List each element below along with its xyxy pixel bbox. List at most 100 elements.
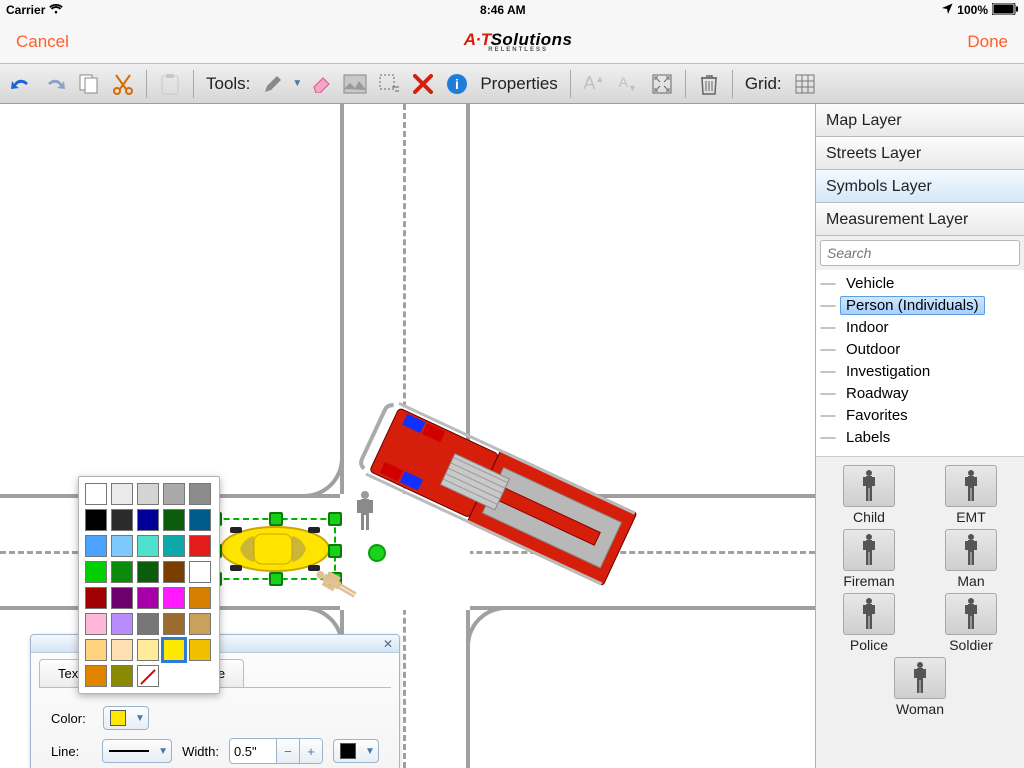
- color-swatch[interactable]: [111, 639, 133, 661]
- color-swatch[interactable]: [85, 613, 107, 635]
- status-bar: Carrier 8:46 AM 100%: [0, 0, 1024, 20]
- width-stepper[interactable]: − +: [229, 738, 323, 764]
- search-input[interactable]: [820, 240, 1020, 266]
- font-decrease-button[interactable]: A▼: [613, 69, 643, 99]
- color-swatch[interactable]: [189, 535, 211, 557]
- color-swatch[interactable]: [137, 587, 159, 609]
- layer-row[interactable]: Map Layer: [816, 104, 1024, 137]
- color-swatch[interactable]: [85, 509, 107, 531]
- symbol-man[interactable]: Man: [929, 529, 1013, 589]
- cancel-button[interactable]: Cancel: [0, 32, 85, 52]
- resize-handle[interactable]: [328, 544, 342, 558]
- paste-button[interactable]: [155, 69, 185, 99]
- color-swatch[interactable]: [163, 509, 185, 531]
- drawing-canvas[interactable]: ✕ Text Size Color: ▼ Line: ▼ Width: −: [0, 104, 816, 768]
- layer-row[interactable]: Streets Layer: [816, 137, 1024, 170]
- width-increase[interactable]: +: [299, 739, 322, 763]
- tree-item[interactable]: —Indoor: [816, 316, 1024, 338]
- cut-button[interactable]: [108, 69, 138, 99]
- color-swatch[interactable]: [163, 587, 185, 609]
- carrier-label: Carrier: [6, 3, 45, 17]
- color-swatch[interactable]: [85, 561, 107, 583]
- line-style-dropdown[interactable]: ▼: [102, 739, 172, 763]
- color-swatch[interactable]: [189, 561, 211, 583]
- rotate-handle[interactable]: [368, 544, 386, 562]
- no-color-swatch[interactable]: [137, 665, 159, 687]
- tree-item[interactable]: —Favorites: [816, 404, 1024, 426]
- color-swatch[interactable]: [189, 509, 211, 531]
- color-swatch[interactable]: [163, 613, 185, 635]
- line-color-dropdown[interactable]: ▼: [333, 739, 379, 763]
- symbol-woman[interactable]: Woman: [878, 657, 962, 717]
- color-swatch[interactable]: [189, 587, 211, 609]
- color-swatch[interactable]: [111, 483, 133, 505]
- color-swatch[interactable]: [137, 509, 159, 531]
- person-standing-symbol[interactable]: [354, 490, 376, 532]
- color-swatch[interactable]: [137, 483, 159, 505]
- color-swatch[interactable]: [137, 561, 159, 583]
- color-swatch[interactable]: [137, 535, 159, 557]
- image-tool[interactable]: [340, 69, 370, 99]
- close-icon[interactable]: ✕: [383, 637, 393, 651]
- undo-button[interactable]: [6, 69, 36, 99]
- layer-row[interactable]: Measurement Layer: [816, 203, 1024, 236]
- color-swatch[interactable]: [163, 483, 185, 505]
- grid-toggle[interactable]: [790, 69, 820, 99]
- tree-item[interactable]: —Vehicle: [816, 272, 1024, 294]
- color-dropdown[interactable]: ▼: [103, 706, 149, 730]
- color-swatch[interactable]: [111, 535, 133, 557]
- color-swatch[interactable]: [85, 483, 107, 505]
- color-swatch[interactable]: [111, 587, 133, 609]
- font-increase-button[interactable]: A▲: [579, 69, 609, 99]
- pencil-dropdown-icon[interactable]: ▼: [292, 78, 302, 89]
- eraser-tool[interactable]: [306, 69, 336, 99]
- color-swatch[interactable]: [85, 639, 107, 661]
- color-swatch[interactable]: [163, 561, 185, 583]
- color-swatch[interactable]: [111, 613, 133, 635]
- symbol-soldier[interactable]: Soldier: [929, 593, 1013, 653]
- width-label: Width:: [182, 744, 219, 759]
- color-swatch[interactable]: [85, 587, 107, 609]
- resize-handle[interactable]: [328, 512, 342, 526]
- color-swatch[interactable]: [137, 613, 159, 635]
- copy-button[interactable]: [74, 69, 104, 99]
- color-swatch[interactable]: [111, 665, 133, 687]
- tree-item[interactable]: —Investigation: [816, 360, 1024, 382]
- color-swatch[interactable]: [137, 639, 159, 661]
- color-swatch[interactable]: [189, 639, 211, 661]
- fullscreen-button[interactable]: [647, 69, 677, 99]
- color-swatch[interactable]: [189, 483, 211, 505]
- info-tool[interactable]: i: [442, 69, 472, 99]
- nav-bar: Cancel A·TSolutions RELENTLESS Done: [0, 20, 1024, 64]
- battery-icon: [992, 3, 1018, 18]
- color-swatch[interactable]: [111, 561, 133, 583]
- status-time: 8:46 AM: [63, 3, 942, 17]
- pencil-tool[interactable]: [258, 69, 288, 99]
- tree-item[interactable]: —Outdoor: [816, 338, 1024, 360]
- tree-item[interactable]: —Person (Individuals): [816, 294, 1024, 316]
- color-swatch[interactable]: [163, 639, 185, 661]
- tree-item[interactable]: —Roadway: [816, 382, 1024, 404]
- symbol-child[interactable]: Child: [827, 465, 911, 525]
- symbol-police[interactable]: Police: [827, 593, 911, 653]
- width-input[interactable]: [230, 739, 276, 763]
- firetruck-symbol[interactable]: [340, 389, 660, 609]
- layer-row[interactable]: Symbols Layer: [816, 170, 1024, 203]
- properties-label[interactable]: Properties: [476, 74, 561, 94]
- redo-button[interactable]: [40, 69, 70, 99]
- trash-button[interactable]: [694, 69, 724, 99]
- resize-handle[interactable]: [269, 512, 283, 526]
- tree-item[interactable]: —Labels: [816, 426, 1024, 448]
- color-swatch[interactable]: [189, 613, 211, 635]
- color-swatch[interactable]: [163, 535, 185, 557]
- delete-tool[interactable]: [408, 69, 438, 99]
- width-decrease[interactable]: −: [276, 739, 299, 763]
- done-button[interactable]: Done: [951, 32, 1024, 52]
- color-swatch[interactable]: [111, 509, 133, 531]
- select-tool[interactable]: [374, 69, 404, 99]
- color-swatch[interactable]: [85, 535, 107, 557]
- resize-handle[interactable]: [269, 572, 283, 586]
- symbol-emt[interactable]: EMT: [929, 465, 1013, 525]
- color-swatch[interactable]: [85, 665, 107, 687]
- symbol-fireman[interactable]: Fireman: [827, 529, 911, 589]
